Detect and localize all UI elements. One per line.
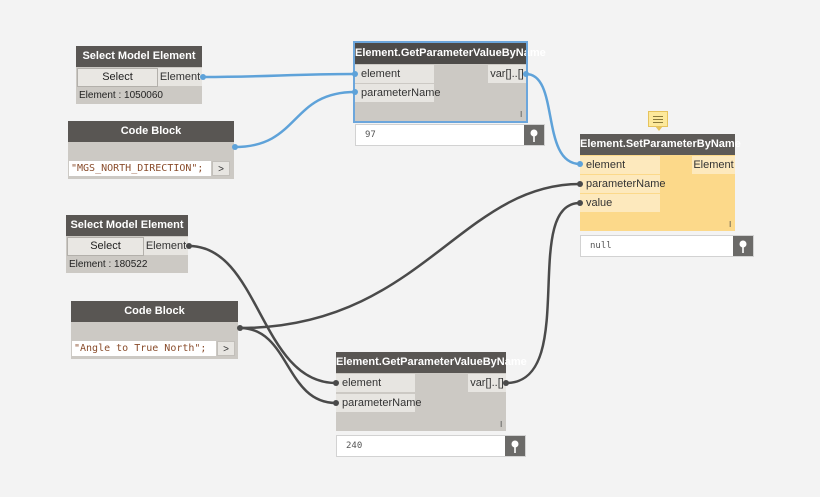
code-block-node-1[interactable]: Code Block "MGS_NORTH_DIRECTION"; >	[68, 121, 234, 179]
select-model-element-node-2[interactable]: Select Model Element Select Element Elem…	[66, 215, 188, 273]
select-model-element-node-1[interactable]: Select Model Element Select Element Elem…	[76, 46, 202, 104]
get-parameter-node-2[interactable]: Element.GetParameterValueByName element …	[336, 352, 527, 431]
selection-status: Element : 1050060	[79, 90, 163, 101]
lacing-indicator: l	[729, 220, 731, 229]
watch-preview-1: 97	[355, 124, 545, 146]
output-port-element[interactable]: Element	[158, 68, 202, 86]
preview-value: 97	[365, 130, 376, 140]
watch-preview-set: null	[580, 235, 754, 257]
code-editor[interactable]: "Angle to True North";	[72, 341, 216, 356]
tooltip-note-icon[interactable]	[648, 111, 668, 131]
input-port-parametername[interactable]: parameterName	[355, 84, 440, 102]
node-title: Select Model Element	[66, 215, 188, 236]
select-button[interactable]: Select	[77, 68, 158, 87]
input-port-parametername[interactable]: parameterName	[336, 394, 421, 412]
wire-code2-to-getparam2[interactable]	[238, 326, 338, 405]
input-port-element[interactable]: element	[580, 156, 660, 174]
wire-getparam1-to-setparam[interactable]	[524, 72, 582, 166]
wire-select1-to-getparam1[interactable]	[201, 72, 357, 79]
selection-status: Element : 180522	[69, 259, 148, 270]
node-title: Element.SetParameterByName	[580, 134, 741, 155]
node-title: Element.GetParameterValueByName	[336, 352, 527, 373]
input-port-element[interactable]: element	[355, 65, 434, 83]
lacing-indicator: l	[500, 420, 502, 429]
set-parameter-node[interactable]: Element.SetParameterByName element param…	[580, 134, 741, 231]
input-port-value[interactable]: value	[580, 194, 660, 212]
node-title: Code Block	[68, 121, 234, 142]
output-port-element[interactable]: Element	[692, 156, 735, 174]
output-port[interactable]: >	[217, 341, 235, 356]
output-port[interactable]: >	[212, 161, 230, 176]
node-title: Select Model Element	[76, 46, 202, 67]
code-editor[interactable]: "MGS_NORTH_DIRECTION";	[69, 161, 211, 176]
pin-icon[interactable]	[524, 125, 544, 145]
pin-icon[interactable]	[505, 436, 525, 456]
watch-preview-2: 240	[336, 435, 526, 457]
node-title: Element.GetParameterValueByName	[355, 43, 546, 64]
preview-value: 240	[346, 441, 363, 451]
output-port-element[interactable]: Element	[144, 237, 188, 255]
pin-icon[interactable]	[733, 236, 753, 256]
lacing-indicator: l	[520, 110, 522, 119]
node-title: Code Block	[71, 301, 238, 322]
input-port-parametername[interactable]: parameterName	[580, 175, 665, 193]
code-block-node-2[interactable]: Code Block "Angle to True North"; >	[71, 301, 238, 359]
input-port-element[interactable]: element	[336, 374, 415, 392]
wire-code2-to-setparam[interactable]	[238, 182, 582, 330]
output-port-var[interactable]: var[]..[]	[488, 65, 526, 83]
wire-code1-to-getparam1[interactable]	[233, 90, 357, 149]
preview-value: null	[590, 241, 612, 251]
output-port-var[interactable]: var[]..[]	[468, 374, 506, 392]
get-parameter-node-1[interactable]: Element.GetParameterValueByName element …	[353, 41, 546, 123]
select-button[interactable]: Select	[67, 237, 144, 256]
